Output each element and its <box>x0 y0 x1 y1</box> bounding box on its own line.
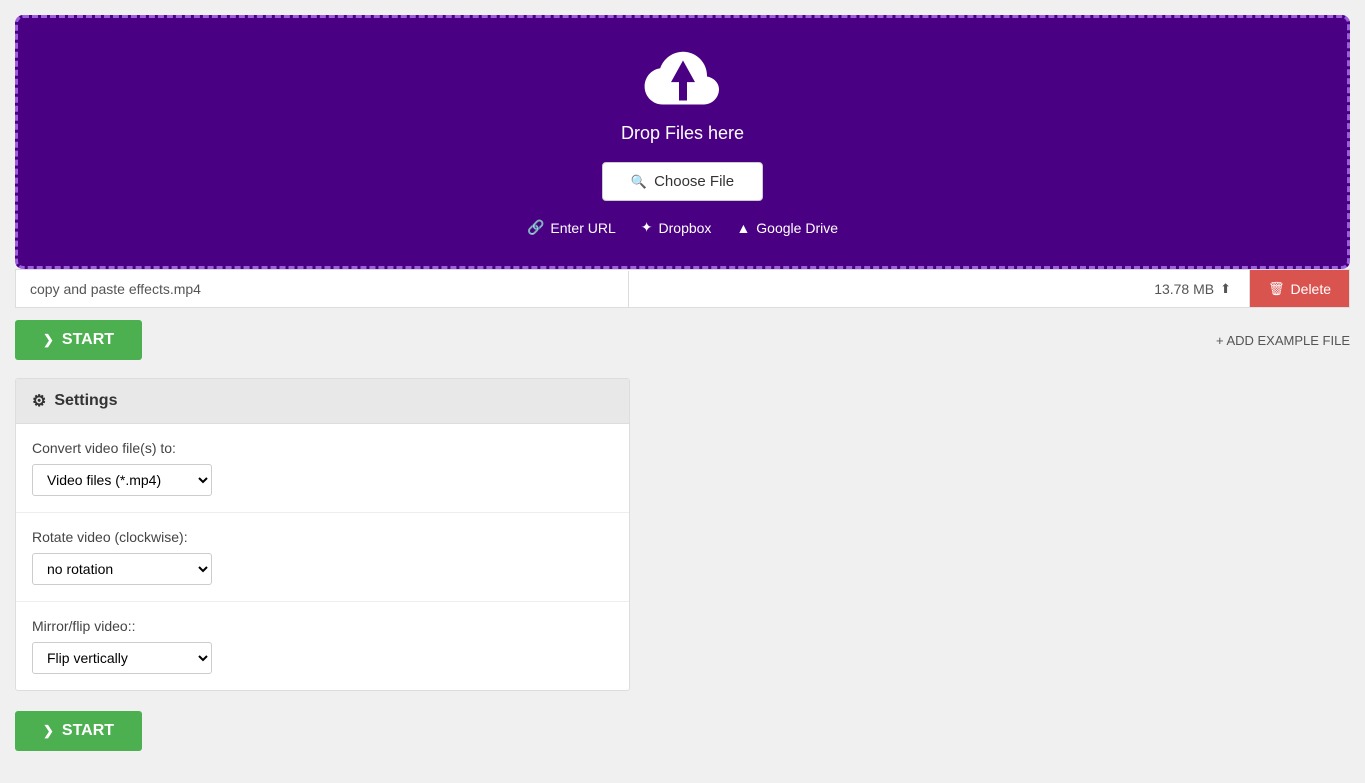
dropbox-label: Dropbox <box>659 220 712 236</box>
delete-button[interactable]: Delete <box>1250 270 1349 307</box>
google-drive-link[interactable]: ▲ Google Drive <box>736 219 838 236</box>
upload-cloud-icon <box>643 48 723 113</box>
bottom-action-row: START <box>15 711 1350 751</box>
add-example-link[interactable]: + ADD EXAMPLE FILE <box>1216 333 1350 348</box>
enter-url-label: Enter URL <box>550 220 615 236</box>
start-button[interactable]: START <box>15 320 142 360</box>
download-icon <box>1220 280 1231 297</box>
bottom-start-label: START <box>62 722 114 740</box>
rotate-label: Rotate video (clockwise): <box>32 529 613 545</box>
mirror-section: Mirror/flip video:: Flip vertically Flip… <box>16 602 629 690</box>
action-row: START + ADD EXAMPLE FILE <box>15 320 1350 360</box>
gear-icon <box>32 391 46 411</box>
choose-file-label: Choose File <box>654 173 734 190</box>
choose-file-button[interactable]: Choose File <box>602 162 763 201</box>
enter-url-link[interactable]: 🔗 Enter URL <box>527 219 616 236</box>
bottom-start-button[interactable]: START <box>15 711 142 751</box>
mirror-label: Mirror/flip video:: <box>32 618 613 634</box>
trash-icon <box>1268 280 1285 297</box>
gdrive-icon: ▲ <box>736 220 750 236</box>
settings-header: Settings <box>16 379 629 424</box>
chevron-right-icon <box>43 331 54 349</box>
link-icon: 🔗 <box>527 219 544 236</box>
convert-select[interactable]: Video files (*.mp4) Video files (*.avi) … <box>32 464 212 496</box>
drop-text: Drop Files here <box>38 123 1327 144</box>
settings-title: Settings <box>54 392 117 410</box>
convert-section: Convert video file(s) to: Video files (*… <box>16 424 629 513</box>
dropbox-icon: ✦ <box>641 219 653 236</box>
dropbox-link[interactable]: ✦ Dropbox <box>641 219 712 236</box>
file-size: 13.78 MB <box>629 270 1250 307</box>
bottom-chevron-icon <box>43 722 54 740</box>
rotate-section: Rotate video (clockwise): no rotation 90… <box>16 513 629 602</box>
file-bar: copy and paste effects.mp4 13.78 MB Dele… <box>15 269 1350 308</box>
drop-zone[interactable]: Drop Files here Choose File 🔗 Enter URL … <box>15 15 1350 269</box>
delete-label: Delete <box>1291 281 1331 297</box>
mirror-select[interactable]: Flip vertically Flip horizontally No fli… <box>32 642 212 674</box>
search-icon <box>631 173 647 190</box>
link-options: 🔗 Enter URL ✦ Dropbox ▲ Google Drive <box>38 219 1327 236</box>
google-drive-label: Google Drive <box>756 220 838 236</box>
settings-panel: Settings Convert video file(s) to: Video… <box>15 378 630 691</box>
rotate-select[interactable]: no rotation 90 degrees 180 degrees 270 d… <box>32 553 212 585</box>
convert-label: Convert video file(s) to: <box>32 440 613 456</box>
start-label: START <box>62 331 114 349</box>
file-name: copy and paste effects.mp4 <box>16 271 629 307</box>
